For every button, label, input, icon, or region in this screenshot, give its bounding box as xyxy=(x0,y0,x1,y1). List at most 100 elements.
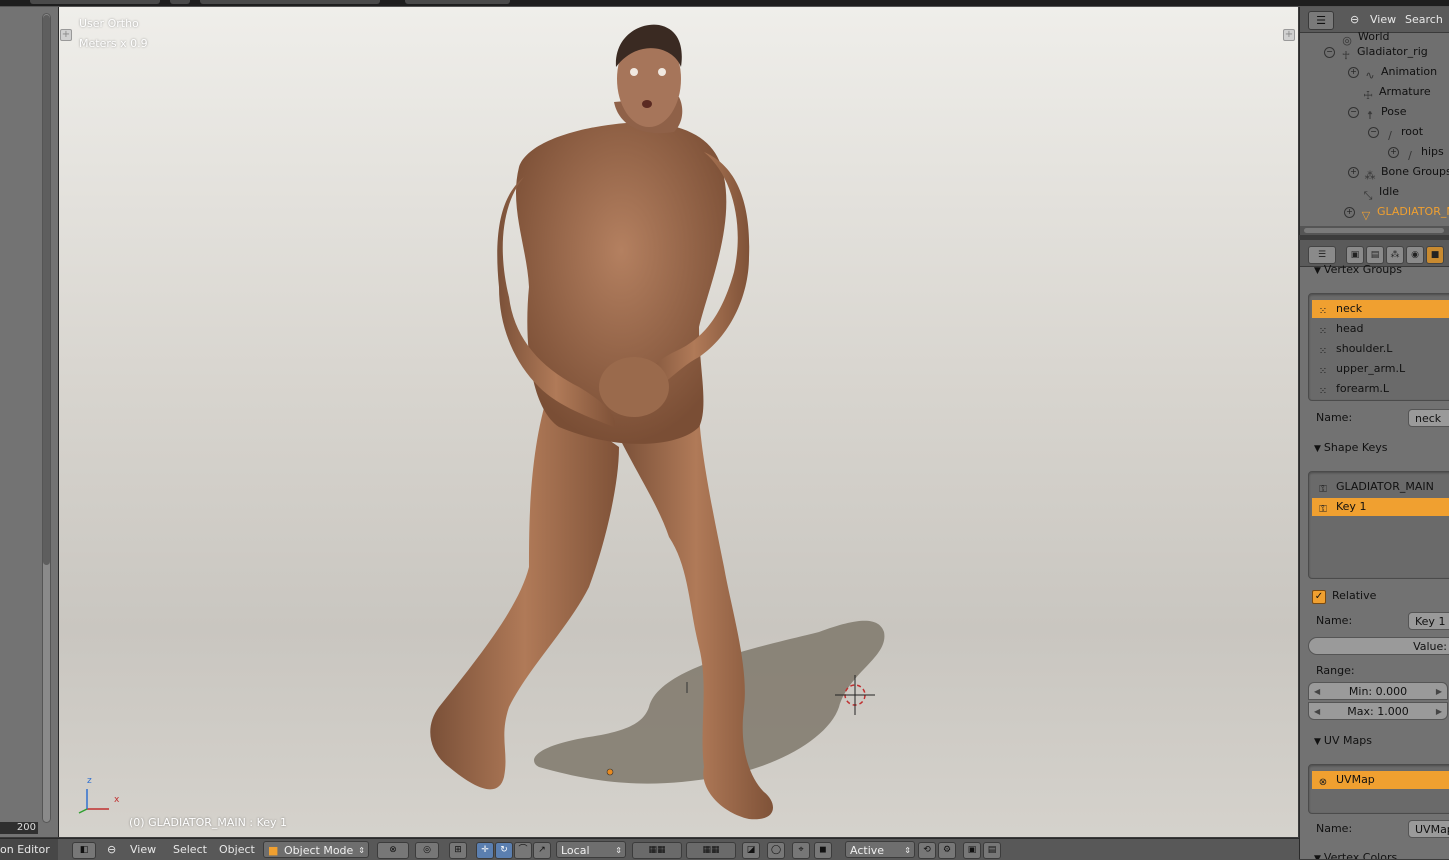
object-origin xyxy=(606,768,614,776)
axis-gizmo xyxy=(78,789,109,814)
collapse-menu-icon[interactable]: ⊖ xyxy=(1350,11,1359,28)
top-strip-segment xyxy=(170,0,190,4)
shape-key-item[interactable]: ⚿ GLADIATOR_MAIN xyxy=(1312,478,1449,496)
3d-viewport[interactable]: User Ortho Meters x 0.9 + + x z (0) GLAD… xyxy=(59,7,1298,837)
outliner-row-animation[interactable]: + ∿ Animation xyxy=(1348,62,1437,82)
outliner-row-gladiator-rig[interactable]: − ☥ Gladiator_rig xyxy=(1324,42,1428,62)
orientation-dropdown[interactable]: Local ⇕ xyxy=(556,841,626,858)
vertex-group-name-field[interactable]: neck xyxy=(1408,409,1449,427)
layers-grid[interactable]: ▦▦ xyxy=(686,842,736,859)
shape-key-value-slider[interactable]: Value: xyxy=(1308,637,1449,655)
armature-data-icon: ☩ xyxy=(1363,89,1373,102)
shape-key-item[interactable]: ⚿ Key 1 xyxy=(1312,498,1449,516)
decrement-arrow-icon[interactable]: ◀ xyxy=(1314,703,1320,721)
bone-icon: ∕ xyxy=(1388,129,1392,142)
range-min-field[interactable]: ◀ Min: 0.000 ▶ xyxy=(1308,682,1448,700)
top-strip-segment xyxy=(30,0,160,4)
expand-icon[interactable]: + xyxy=(1388,146,1399,158)
outliner-search-menu[interactable]: Search xyxy=(1405,11,1443,28)
outliner-row-root[interactable]: − ∕ root xyxy=(1368,122,1423,142)
vertex-group-item[interactable]: ⁙ forearm.L xyxy=(1312,380,1449,398)
relative-label: Relative xyxy=(1332,589,1377,602)
vertex-colors-header[interactable]: ▼ Vertex Colors xyxy=(1314,850,1397,859)
snap-target-icon[interactable]: ⟲ xyxy=(918,842,936,859)
mode-dropdown[interactable]: Object Mode ■ ⇕ xyxy=(263,841,369,858)
armature-object-icon: ☥ xyxy=(1341,49,1351,62)
animation-icon: ∿ xyxy=(1365,69,1375,82)
vertex-group-item[interactable]: ⁙ neck xyxy=(1312,300,1449,318)
vertex-groups-header[interactable]: ▼ Vertex Groups xyxy=(1314,262,1402,278)
expand-icon[interactable]: + xyxy=(1344,206,1355,218)
transform-orientation-icon[interactable]: ↗ xyxy=(533,842,551,859)
outliner-row-pose[interactable]: − ☨ Pose xyxy=(1348,102,1406,122)
display-mode-icon[interactable]: ☰ xyxy=(1308,11,1334,30)
expand-triangle-icon: ▼ xyxy=(1314,737,1321,747)
rotate-manipulator-icon[interactable]: ↻ xyxy=(495,842,513,859)
range-max-field[interactable]: ◀ Max: 1.000 ▶ xyxy=(1308,702,1448,720)
translate-manipulator-icon[interactable]: ✛ xyxy=(476,842,494,859)
timeline-side-panel: 200 xyxy=(0,7,59,837)
vertex-group-icon: ⁙ xyxy=(1318,306,1328,317)
onion-skin-icon[interactable]: ⚙ xyxy=(938,842,956,859)
timeline-scrollbar[interactable] xyxy=(42,13,51,823)
action-icon: ⤡ xyxy=(1363,189,1373,202)
decrement-arrow-icon[interactable]: ◀ xyxy=(1314,683,1320,701)
snap-element-icon[interactable]: ◼ xyxy=(814,842,832,859)
editor-type-icon[interactable]: ◧ xyxy=(72,842,96,859)
object-menu[interactable]: Object xyxy=(219,841,255,858)
object-tab-icon[interactable]: ■ xyxy=(1426,246,1444,264)
collapse-icon[interactable]: − xyxy=(1368,126,1379,138)
collapse-icon[interactable]: − xyxy=(1324,46,1335,58)
axis-x-label: x xyxy=(114,795,120,805)
scrollbar-thumb[interactable] xyxy=(43,15,50,565)
collapse-menu-icon[interactable]: ⊖ xyxy=(107,841,116,858)
outliner-row-armature[interactable]: ☩ Armature xyxy=(1361,82,1431,102)
eye xyxy=(658,68,666,76)
outliner-row-idle[interactable]: ⤡ Idle xyxy=(1361,182,1399,202)
scale-manipulator-icon[interactable]: ⌒ xyxy=(514,842,532,859)
increment-arrow-icon[interactable]: ▶ xyxy=(1436,683,1442,701)
relative-checkbox[interactable]: ✓ xyxy=(1312,590,1326,604)
vertex-group-icon: ⁙ xyxy=(1318,366,1328,377)
pivot-dropdown[interactable]: Active ⇕ xyxy=(845,841,915,858)
uv-maps-header[interactable]: ▼ UV Maps xyxy=(1314,733,1372,749)
outliner-row-hips[interactable]: + ∕ hips xyxy=(1388,142,1444,162)
dropdown-arrows-icon: ⇕ xyxy=(615,846,622,855)
snap-icon[interactable]: ⌖ xyxy=(792,842,810,859)
vertex-group-item[interactable]: ⁙ head xyxy=(1312,320,1449,338)
scrollbar-thumb[interactable] xyxy=(1304,228,1444,233)
axis-z-label: z xyxy=(87,776,92,786)
render-still-icon[interactable]: ▣ xyxy=(963,842,981,859)
uv-map-name-field[interactable]: UVMap xyxy=(1408,820,1449,838)
outliner-row-gladiator-main[interactable]: +▽GLADIATOR_MAIN xyxy=(1344,202,1449,222)
vertex-group-item[interactable]: ⁙ upper_arm.L xyxy=(1312,360,1449,378)
outliner-view-menu[interactable]: View xyxy=(1370,11,1396,28)
mouth xyxy=(642,100,652,108)
viewport-shading-icon[interactable]: ⊗ xyxy=(377,842,409,859)
increment-arrow-icon[interactable]: ▶ xyxy=(1436,703,1442,721)
lock-camera-icon[interactable]: ◪ xyxy=(742,842,760,859)
select-menu[interactable]: Select xyxy=(173,841,207,858)
pivot-point-icon[interactable]: ◎ xyxy=(415,842,439,859)
mesh-object-icon: ▽ xyxy=(1361,209,1371,222)
view-menu[interactable]: View xyxy=(130,841,156,858)
collapse-icon[interactable]: − xyxy=(1348,106,1359,118)
vertex-group-item[interactable]: ⁙ shoulder.L xyxy=(1312,340,1449,358)
hands xyxy=(599,357,669,417)
world-tab-icon[interactable]: ◉ xyxy=(1406,246,1424,264)
frame-end-field[interactable]: 200 xyxy=(0,822,38,834)
top-strip-segment xyxy=(405,0,510,4)
expand-icon[interactable]: + xyxy=(1348,166,1359,178)
render-animation-icon[interactable]: ▤ xyxy=(983,842,1001,859)
manipulator-toggle-icon[interactable]: ⊞ xyxy=(449,842,467,859)
layers-grid[interactable]: ▦▦ xyxy=(632,842,682,859)
editor-type-label[interactable]: on Editor xyxy=(0,839,58,860)
outliner-row-bone-groups[interactable]: + ⁂ Bone Groups xyxy=(1348,162,1449,182)
outliner-hscrollbar[interactable] xyxy=(1300,226,1449,235)
expand-icon[interactable]: + xyxy=(1348,66,1359,78)
shape-keys-header[interactable]: ▼ Shape Keys xyxy=(1314,440,1388,456)
shape-key-name-field[interactable]: Key 1 xyxy=(1408,612,1449,630)
top-strip-segment xyxy=(200,0,380,4)
proportional-edit-icon[interactable]: ◯ xyxy=(767,842,785,859)
uv-map-item[interactable]: ⊗ UVMap xyxy=(1312,771,1449,789)
